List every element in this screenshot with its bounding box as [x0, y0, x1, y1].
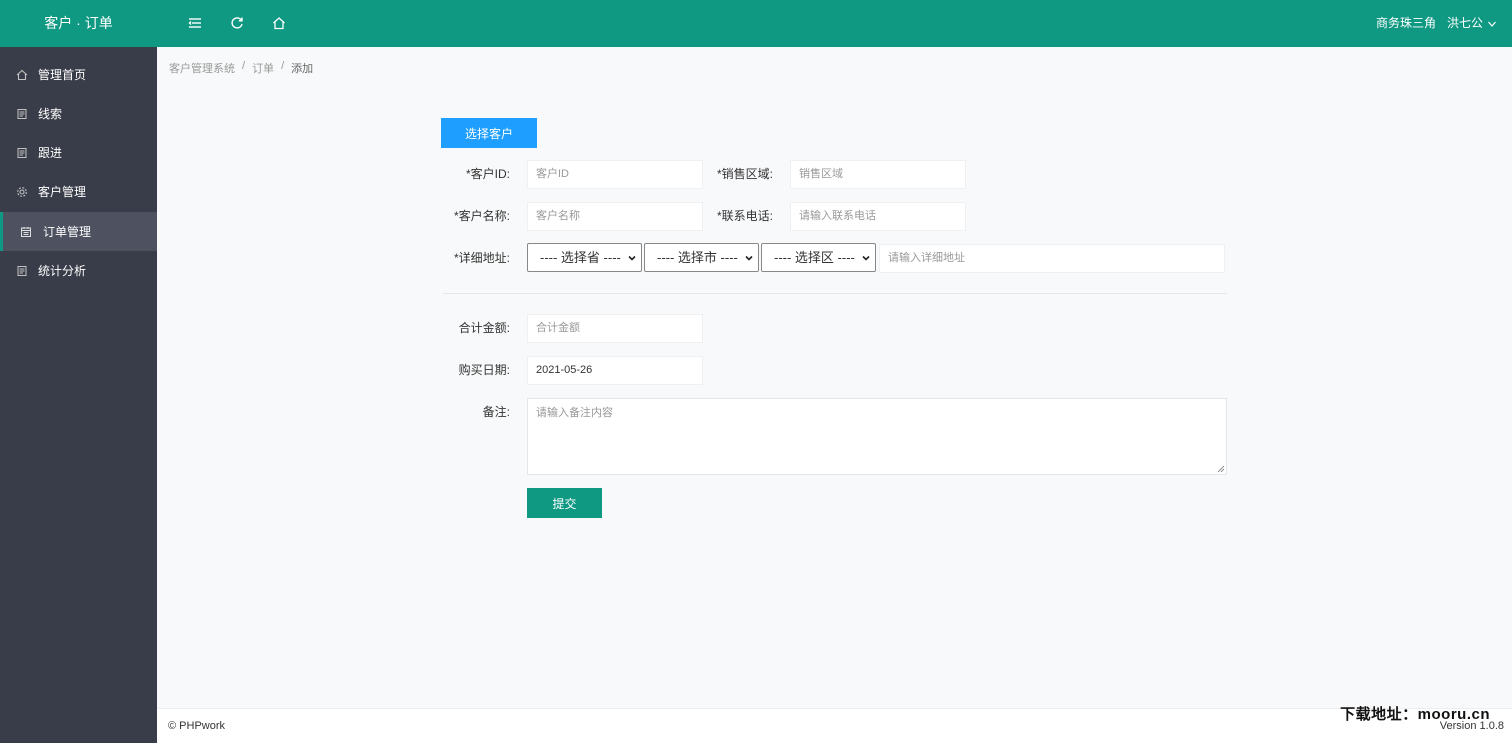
breadcrumb: 客户管理系统 / 订单 / 添加 [169, 60, 313, 76]
refresh-icon[interactable] [227, 13, 247, 33]
city-select[interactable]: ---- 选择市 ---- [644, 243, 759, 272]
breadcrumb-item-system[interactable]: 客户管理系统 [169, 60, 235, 76]
purchase-date-label: 购买日期: [458, 363, 510, 377]
top-header: 客户 · 订单 商务珠三角 洪七公 [0, 0, 1512, 47]
form-divider [443, 293, 1227, 294]
menu-toggle-icon[interactable] [185, 13, 205, 33]
calendar-icon [19, 225, 33, 239]
phone-label: *联系电话: [716, 209, 773, 223]
customer-id-label: *客户ID: [465, 167, 510, 181]
sales-region-label: *销售区域: [716, 167, 773, 181]
sidebar-item-customers[interactable]: 客户管理 [0, 172, 157, 211]
watermark: 下载地址：mooru.cn [1340, 706, 1490, 723]
breadcrumb-separator: / [281, 60, 285, 72]
sidebar-item-label: 线索 [38, 107, 63, 121]
user-menu[interactable]: 洪七公 [1447, 0, 1497, 47]
gear-icon [15, 185, 29, 199]
remark-placeholder: 请输入备注内容 [536, 407, 613, 419]
chevron-down-icon [1488, 21, 1496, 27]
sidebar-item-followup[interactable]: 跟进 [0, 133, 157, 172]
chevron-down-icon [745, 255, 753, 261]
sales-region-input[interactable]: 销售区域 [790, 160, 966, 189]
purchase-date-input[interactable]: 2021-05-26 [527, 356, 703, 385]
customer-name-label: *客户名称: [453, 209, 510, 223]
sidebar-item-label: 客户管理 [38, 185, 87, 199]
chevron-down-icon [862, 255, 870, 261]
home-icon[interactable] [269, 13, 289, 33]
total-amount-label: 合计金额: [458, 321, 510, 335]
copyright-text: © PHPwork [168, 720, 226, 732]
sidebar-item-label: 跟进 [38, 146, 63, 160]
district-select-value: ---- 选择区 ---- [774, 250, 855, 265]
breadcrumb-separator: / [242, 60, 246, 72]
sidebar-item-label: 统计分析 [38, 264, 87, 278]
app-brand[interactable]: 客户 · 订单 [0, 0, 157, 47]
sidebar-item-label: 订单管理 [43, 225, 92, 239]
remark-textarea[interactable]: 请输入备注内容 [527, 398, 1227, 475]
breadcrumb-item-orders[interactable]: 订单 [252, 60, 274, 76]
user-name: 洪七公 [1447, 16, 1484, 30]
doc-icon [15, 146, 29, 160]
province-select[interactable]: ---- 选择省 ---- [527, 243, 642, 272]
chevron-down-icon [628, 255, 636, 261]
footer: © PHPwork Version 1.0.8 [157, 708, 1512, 743]
sidebar: 管理首页 线索 跟进 客户管理 订单管理 统计分析 [0, 47, 157, 743]
remark-label: 备注: [482, 405, 510, 419]
home-icon [15, 68, 29, 82]
doc-icon [15, 264, 29, 278]
sidebar-item-dashboard[interactable]: 管理首页 [0, 55, 157, 94]
total-amount-input[interactable]: 合计金额 [527, 314, 703, 343]
breadcrumb-item-current: 添加 [291, 63, 314, 75]
sidebar-item-label: 管理首页 [38, 68, 87, 82]
city-select-value: ---- 选择市 ---- [657, 250, 738, 265]
district-select[interactable]: ---- 选择区 ---- [761, 243, 876, 272]
doc-icon [15, 107, 29, 121]
sidebar-item-orders[interactable]: 订单管理 [0, 212, 157, 251]
region-label[interactable]: 商务珠三角 [1376, 0, 1436, 47]
address-label: *详细地址: [453, 251, 510, 265]
phone-input[interactable]: 请输入联系电话 [790, 202, 966, 231]
submit-button[interactable]: 提交 [527, 488, 602, 518]
customer-id-input[interactable]: 客户ID [527, 160, 703, 189]
resize-handle-icon[interactable] [1217, 465, 1225, 473]
sidebar-item-analytics[interactable]: 统计分析 [0, 251, 157, 290]
address-detail-input[interactable]: 请输入详细地址 [879, 244, 1225, 273]
customer-name-input[interactable]: 客户名称 [527, 202, 703, 231]
select-customer-button[interactable]: 选择客户 [441, 118, 537, 148]
province-select-value: ---- 选择省 ---- [540, 250, 621, 265]
sidebar-item-leads[interactable]: 线索 [0, 94, 157, 133]
